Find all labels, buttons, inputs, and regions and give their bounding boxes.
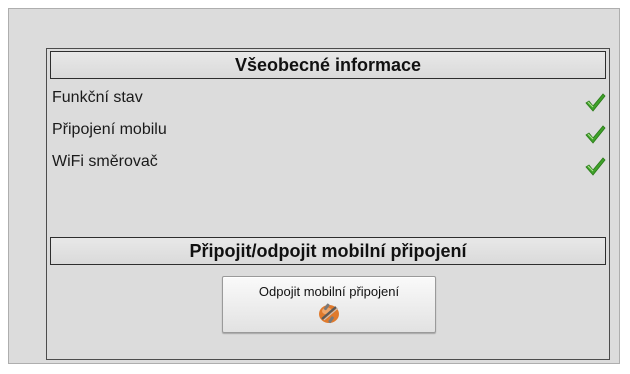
status-label: WiFi směrovač (52, 153, 158, 170)
disconnect-mobile-button[interactable]: Odpojit mobilní připojení (222, 276, 436, 333)
outer-frame: Všeobecné informace Funkční stav Připoje… (8, 8, 620, 364)
status-label: Připojení mobilu (52, 121, 167, 138)
status-row-wifi: WiFi směrovač (52, 151, 608, 179)
status-row-function: Funkční stav (52, 87, 608, 115)
mobile-connection-header: Připojit/odpojit mobilní připojení (50, 237, 606, 265)
status-row-mobile: Připojení mobilu (52, 119, 608, 147)
disconnect-button-label: Odpojit mobilní připojení (258, 284, 400, 299)
status-panel: Všeobecné informace Funkční stav Připoje… (46, 48, 610, 360)
status-label: Funkční stav (52, 89, 143, 106)
check-icon (585, 157, 606, 176)
check-icon (585, 93, 606, 112)
unplug-icon (319, 303, 339, 324)
general-info-header: Všeobecné informace (50, 51, 606, 79)
check-icon (585, 125, 606, 144)
